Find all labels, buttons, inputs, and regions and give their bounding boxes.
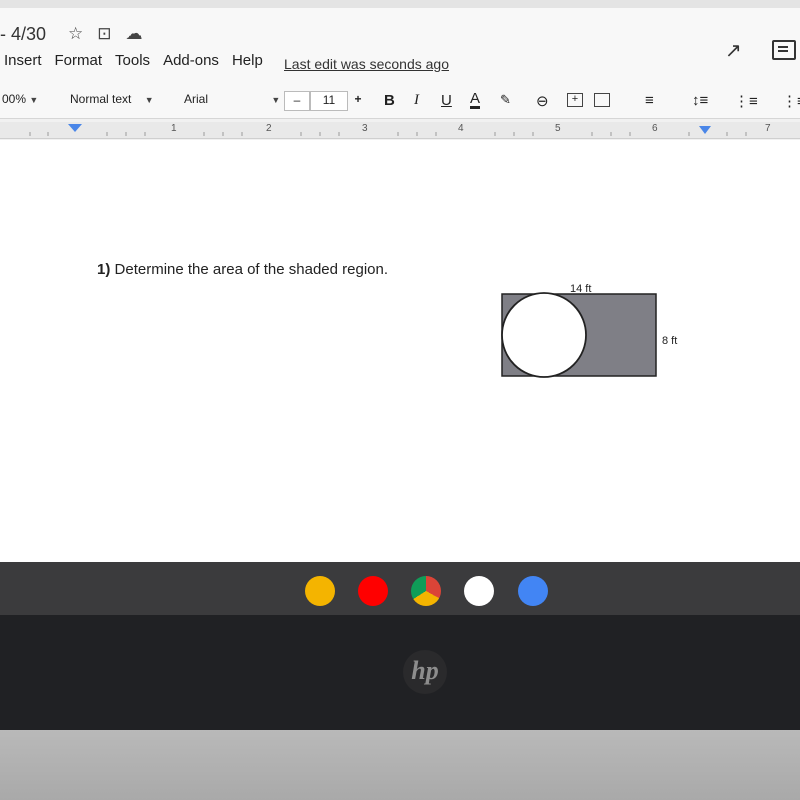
left-indent-marker[interactable] xyxy=(68,124,82,132)
align-left-icon[interactable]: ≡ xyxy=(645,92,654,109)
title-icons: ☆ ⊡ ☁ xyxy=(68,24,143,44)
font-value: Arial xyxy=(184,92,209,106)
italic-button[interactable]: I xyxy=(414,92,419,109)
question-number: 1) xyxy=(97,261,111,278)
menu-help[interactable]: Help xyxy=(232,52,263,69)
zoom-value: 00% xyxy=(2,92,27,106)
add-comment-icon[interactable]: + xyxy=(567,93,583,107)
star-icon[interactable]: ☆ xyxy=(68,24,83,44)
increase-font-size-button[interactable]: + xyxy=(348,91,368,109)
folder-move-icon[interactable]: ⊡ xyxy=(97,24,111,44)
link-icon[interactable]: ⊖ xyxy=(536,92,549,110)
paragraph-style-select[interactable]: Normal text ▼ xyxy=(70,92,154,106)
chevron-down-icon: ▼ xyxy=(29,95,39,105)
insert-image-icon[interactable] xyxy=(594,93,610,107)
text-color-button[interactable]: A xyxy=(470,91,481,109)
classroom-icon[interactable] xyxy=(305,576,335,606)
question-text: Determine the area of the shaded region. xyxy=(114,261,389,278)
paragraph-style-value: Normal text xyxy=(70,92,132,106)
docs-header: - 4/30 ☆ ⊡ ☁ Insert Format Tools Add-ons… xyxy=(0,0,800,139)
zoom-select[interactable]: 00% ▼ xyxy=(2,92,38,106)
youtube-icon[interactable] xyxy=(358,576,388,606)
menu-insert[interactable]: Insert xyxy=(4,52,42,69)
decrease-font-size-button[interactable]: – xyxy=(284,91,310,111)
numbered-list-icon[interactable]: ⋮≡ xyxy=(734,92,758,110)
ruler-ticks xyxy=(29,132,747,136)
unshaded-circle xyxy=(501,292,587,378)
bulleted-list-icon[interactable]: ⋮≡ xyxy=(782,92,800,110)
menu-tools[interactable]: Tools xyxy=(115,52,150,69)
ruler-number: 4 xyxy=(458,123,464,134)
activity-trend-icon[interactable]: ↗ xyxy=(725,38,742,63)
ruler[interactable]: 1 2 3 4 5 6 7 xyxy=(0,122,800,139)
font-size-input[interactable]: 11 xyxy=(310,91,348,111)
ruler-number: 5 xyxy=(555,123,561,134)
chrome-icon[interactable] xyxy=(411,576,441,606)
cloud-icon[interactable]: ☁ xyxy=(126,24,143,44)
docs-icon[interactable] xyxy=(518,576,548,606)
chromeos-shelf xyxy=(0,562,800,615)
bold-button[interactable]: B xyxy=(384,92,395,109)
last-edit-link[interactable]: Last edit was seconds ago xyxy=(284,56,449,72)
menu-addons[interactable]: Add-ons xyxy=(163,52,219,69)
line-spacing-icon[interactable]: ↕≡ xyxy=(692,92,708,109)
chevron-down-icon: ▼ xyxy=(144,95,154,105)
laptop-base xyxy=(0,730,800,800)
drive-icon[interactable] xyxy=(464,576,494,606)
underline-button[interactable]: U xyxy=(441,92,452,109)
highlight-pen-icon[interactable]: ✎ xyxy=(500,92,511,108)
hp-logo: hp xyxy=(403,650,447,694)
menu-bar: Insert Format Tools Add-ons Help xyxy=(4,52,263,69)
shaded-region-figure: 14 ft 8 ft xyxy=(501,283,677,378)
ruler-number: 7 xyxy=(765,123,771,134)
right-indent-marker[interactable] xyxy=(699,126,711,134)
menu-format[interactable]: Format xyxy=(55,52,103,69)
height-label: 8 ft xyxy=(662,335,677,347)
ruler-number: 6 xyxy=(652,123,658,134)
browser-screen: - 4/30 ☆ ⊡ ☁ Insert Format Tools Add-ons… xyxy=(0,0,800,615)
ruler-number: 1 xyxy=(171,123,177,134)
document-page[interactable]: 1) Determine the area of the shaded regi… xyxy=(0,140,800,570)
ruler-number: 2 xyxy=(266,123,272,134)
question-1: 1) Determine the area of the shaded regi… xyxy=(97,261,388,278)
ruler-number: 3 xyxy=(362,123,368,134)
comments-icon[interactable] xyxy=(772,40,796,60)
document-title[interactable]: - 4/30 xyxy=(0,24,46,45)
width-label: 14 ft xyxy=(570,283,591,295)
chevron-down-icon: ▼ xyxy=(271,95,281,105)
top-strip xyxy=(0,0,800,8)
toolbar: 00% ▼ Normal text ▼ Arial ▼ – 11 + B I U… xyxy=(0,86,800,114)
font-select[interactable]: Arial ▼ xyxy=(184,92,280,106)
